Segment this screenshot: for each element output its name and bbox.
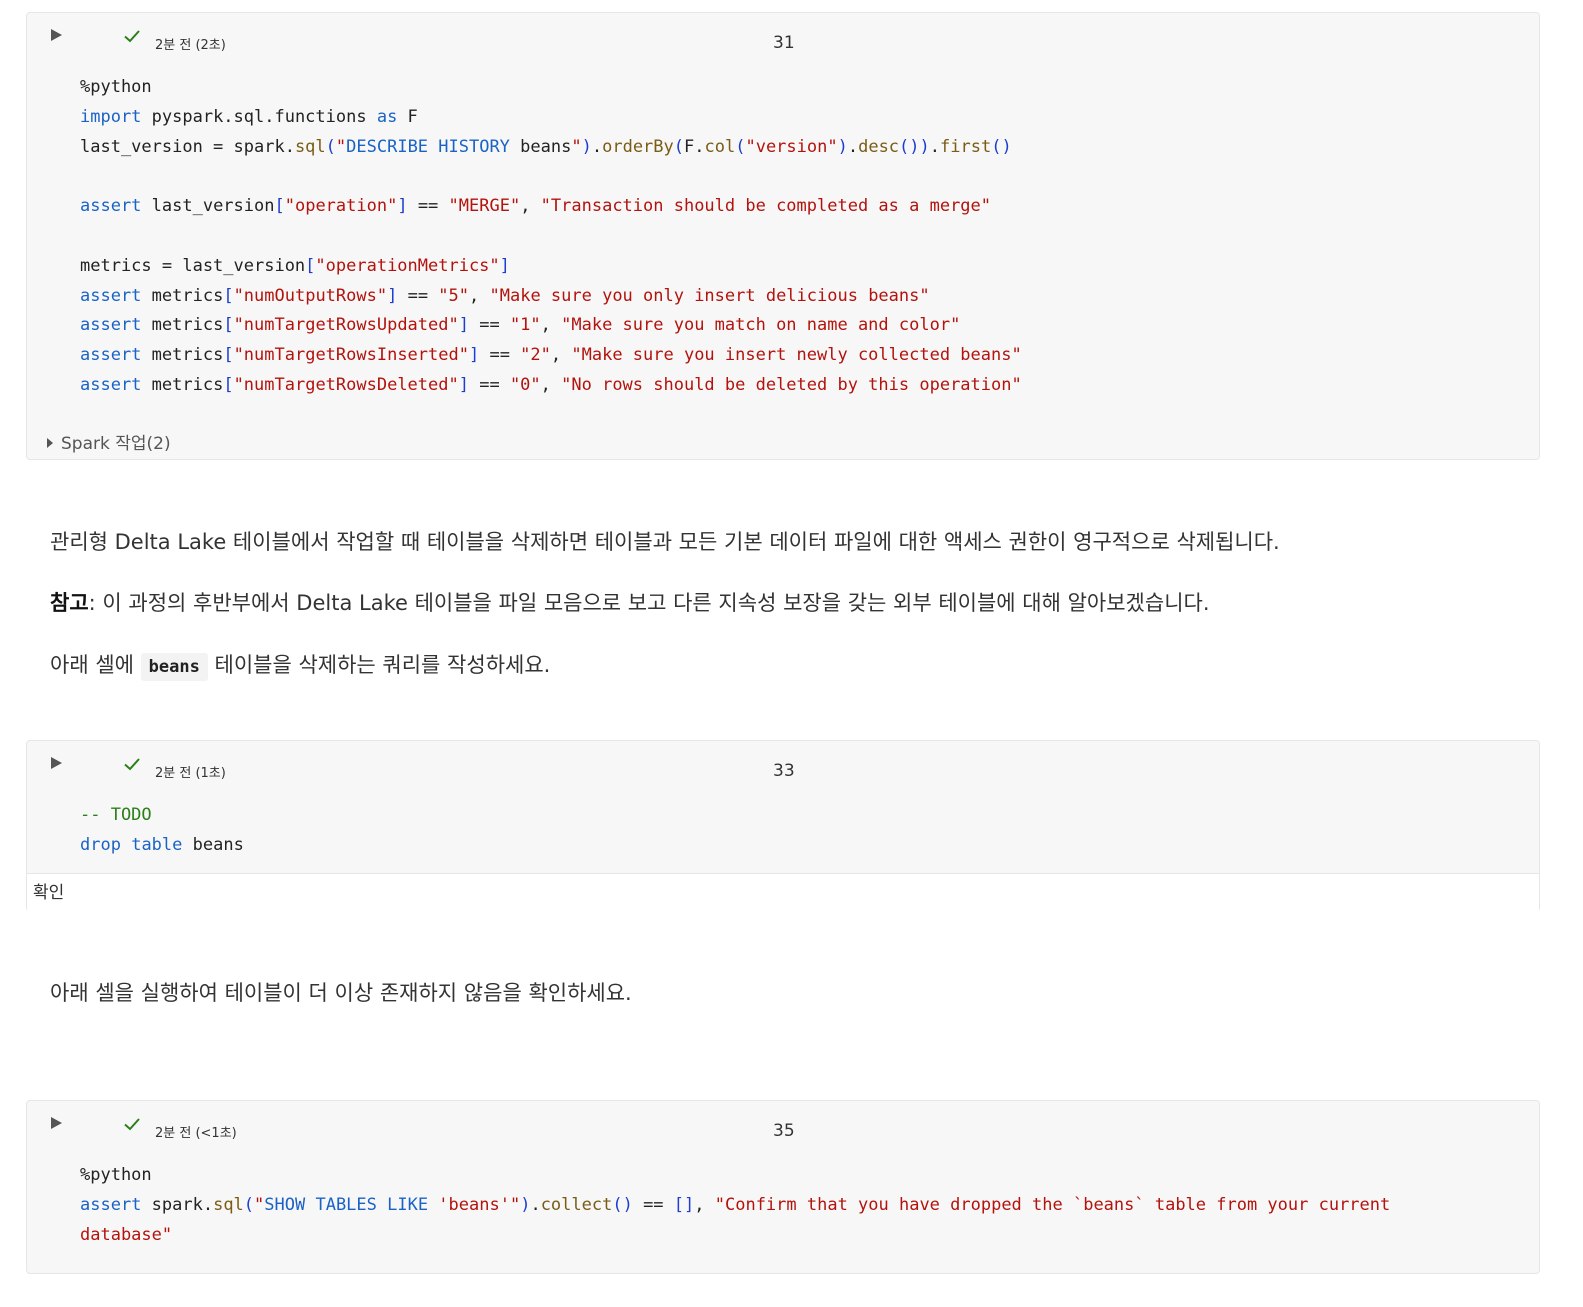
markdown-paragraph-3: 아래 셀에 beans 테이블을 삭제하는 쿼리를 작성하세요.	[50, 649, 551, 681]
code-editor[interactable]: -- TODO drop table beans	[27, 801, 1539, 861]
code-line: -- TODO	[80, 805, 152, 825]
check-icon	[124, 758, 140, 771]
code-line: assert metrics["numTargetRowsInserted"] …	[80, 345, 1022, 366]
code-keyword: as	[376, 106, 398, 127]
code-editor[interactable]: %python assert spark.sql("SHOW TABLES LIK…	[27, 1161, 1539, 1250]
code-line: assert metrics["numOutputRows"] == "5", …	[80, 285, 930, 306]
code-line: database"	[80, 1224, 173, 1245]
markdown-paragraph-1: 관리형 Delta Lake 테이블에서 작업할 때 테이블을 삭제하면 테이블…	[50, 530, 1280, 554]
spark-jobs-toggle[interactable]: Spark 작업(2)	[47, 429, 171, 454]
cell-header: 2분 전 (1초) 33	[27, 741, 1539, 785]
p3-before: 아래 셀에	[50, 653, 141, 677]
code-line: assert last_version["operation"] == "MER…	[80, 196, 992, 217]
cell-header: 2분 전 (2초) 31	[27, 13, 1539, 57]
check-icon	[124, 1118, 140, 1131]
code-line: last_version = spark.sql("DESCRIBE HISTO…	[80, 136, 1012, 157]
cell-number: 33	[773, 761, 795, 781]
notebook-cell-31[interactable]: 2분 전 (2초) 31 %python import pyspark.sql.f…	[26, 12, 1540, 460]
code-line: assert metrics["numTargetRowsDeleted"] =…	[80, 374, 1022, 395]
cell-number: 35	[773, 1121, 795, 1141]
run-icon[interactable]	[51, 757, 62, 769]
cell-header: 2분 전 (<1초) 35	[27, 1101, 1539, 1145]
cell-number: 31	[773, 33, 795, 53]
notebook-cell-35[interactable]: 2분 전 (<1초) 35 %python assert spark.sql("S…	[26, 1100, 1540, 1274]
expand-icon	[47, 438, 53, 448]
code-line: metrics = last_version["operationMetrics…	[80, 255, 510, 276]
code-line: assert metrics["numTargetRowsUpdated"] =…	[80, 315, 961, 336]
markdown-paragraph-4: 아래 셀을 실행하여 테이블이 더 이상 존재하지 않음을 확인하세요.	[50, 981, 632, 1005]
markdown-paragraph-2: 참고: 이 과정의 후반부에서 Delta Lake 테이블을 파일 모음으로 …	[50, 587, 1210, 617]
note-text: : 이 과정의 후반부에서 Delta Lake 테이블을 파일 모음으로 보고…	[88, 591, 1210, 615]
cell-status: 2분 전 (1초)	[155, 766, 226, 781]
cell-status: 2분 전 (2초)	[155, 38, 226, 53]
run-icon[interactable]	[51, 1117, 62, 1129]
cell-result: 확인	[27, 873, 1539, 912]
p3-after: 테이블을 삭제하는 쿼리를 작성하세요.	[207, 653, 551, 677]
spark-jobs-label: Spark 작업(2)	[61, 434, 171, 454]
code-line: %python	[80, 1165, 152, 1185]
inline-code-beans: beans	[140, 653, 208, 681]
notebook-cell-33[interactable]: 2분 전 (1초) 33 -- TODO drop table beans 확인	[26, 740, 1540, 912]
code-keyword: import	[80, 106, 142, 127]
code-line: drop table beans	[80, 834, 244, 855]
note-label: 참고	[50, 591, 89, 615]
code-editor[interactable]: %python import pyspark.sql.functions as F…	[27, 73, 1539, 401]
code-line: assert spark.sql("SHOW TABLES LIKE 'bean…	[80, 1194, 1391, 1215]
code-line: import pyspark.sql.functions as F	[80, 106, 418, 127]
cell-status: 2분 전 (<1초)	[155, 1126, 237, 1141]
check-icon	[124, 30, 140, 43]
code-line: %python	[80, 77, 152, 97]
run-icon[interactable]	[51, 29, 62, 41]
